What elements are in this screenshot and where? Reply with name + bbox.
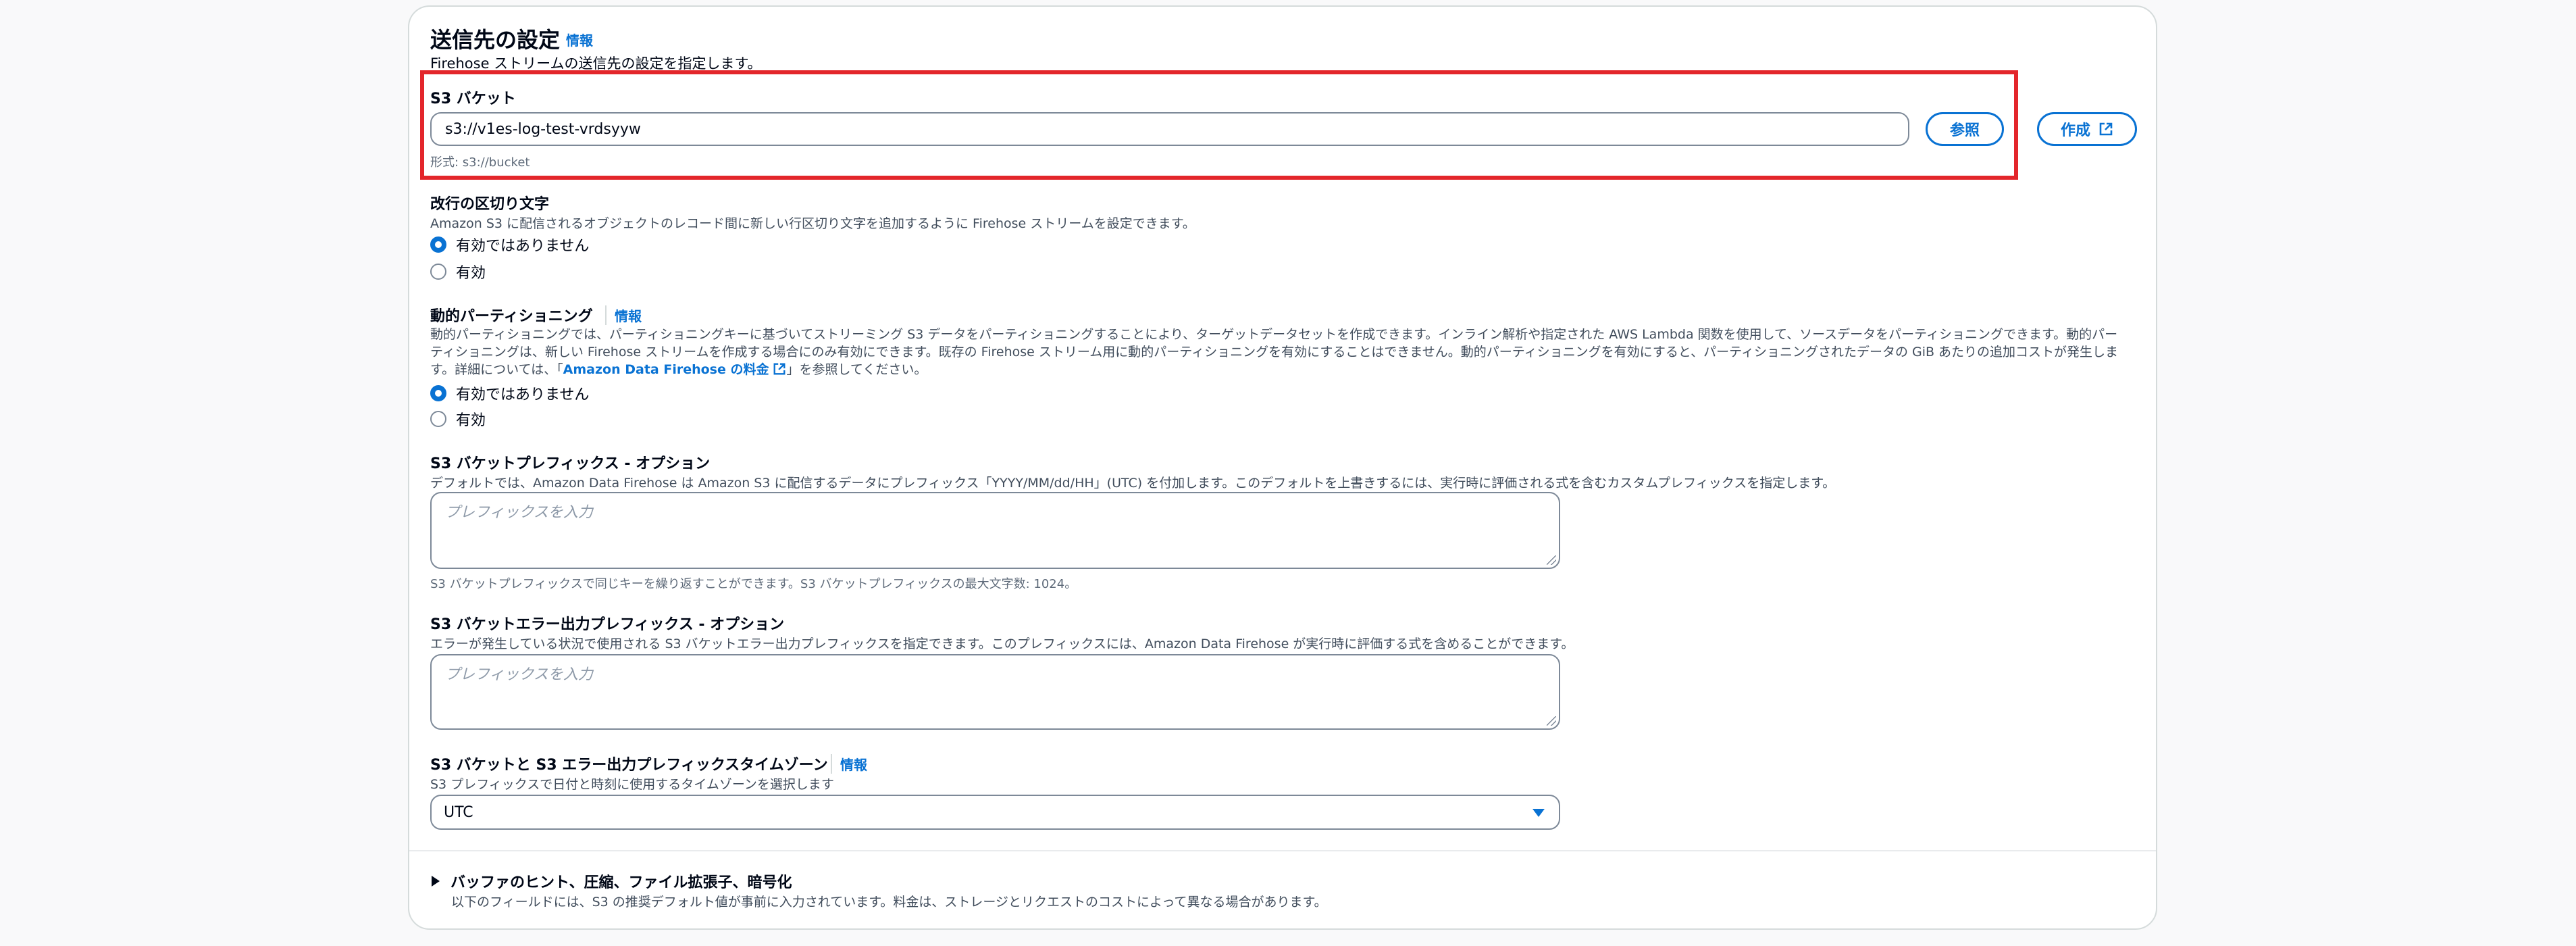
newline-delimiter-label: 改行の区切り文字: [430, 196, 550, 213]
buffer-hints-title: バッファのヒント、圧縮、ファイル拡張子、暗号化: [450, 874, 792, 891]
external-link-icon: [2099, 122, 2113, 136]
s3-bucket-input[interactable]: s3://v1es-log-test-vrdsyyw: [430, 112, 1909, 146]
dynamic-partitioning-option-enabled-label: 有効: [456, 412, 486, 429]
s3-prefix-placeholder: プレフィックスを入力: [445, 504, 593, 521]
newline-option-enabled[interactable]: 有効: [430, 261, 486, 282]
radio-unselected-icon[interactable]: [430, 411, 446, 427]
browse-button[interactable]: 参照: [1926, 112, 2004, 146]
timezone-selected-value: UTC: [444, 804, 473, 821]
newline-option-disabled[interactable]: 有効ではありません: [430, 234, 589, 255]
description-prefix: す。詳細については、「: [430, 362, 563, 377]
caret-down-icon: [1532, 809, 1545, 817]
s3-prefix-label: S3 バケットプレフィックス - オプション: [430, 455, 711, 472]
s3-prefix-hint: S3 バケットプレフィックスで同じキーを繰り返すことができます。S3 バケットプ…: [430, 577, 1077, 591]
s3-error-prefix-description: エラーが発生している状況で使用される S3 バケットエラー出力プレフィックスを指…: [430, 637, 1574, 651]
external-link-icon: [774, 363, 785, 375]
radio-selected-icon[interactable]: [430, 385, 446, 401]
create-bucket-button[interactable]: 作成: [2037, 112, 2137, 146]
s3-bucket-hint: 形式: s3://bucket: [430, 155, 530, 170]
caret-right-icon: [432, 876, 440, 887]
timezone-select[interactable]: UTC: [430, 795, 1560, 830]
timezone-info-link[interactable]: 情報: [831, 754, 867, 774]
s3-error-prefix-textarea[interactable]: プレフィックスを入力: [430, 654, 1560, 730]
s3-bucket-label: S3 バケット: [430, 91, 516, 107]
newline-delimiter-description: Amazon S3 に配信されるオブジェクトのレコード間に新しい行区切り文字を追…: [430, 216, 1195, 231]
section-description: Firehose ストリームの送信先の設定を指定します。: [430, 55, 762, 72]
dynamic-partitioning-description-1: 動的パーティショニングでは、パーティショニングキーに基づいてストリーミング S3…: [430, 327, 2118, 342]
timezone-description: S3 プレフィックスで日付と時刻に使用するタイムゾーンを選択します: [430, 777, 834, 792]
create-label: 作成: [2060, 122, 2090, 139]
radio-selected-icon[interactable]: [430, 236, 446, 253]
dynamic-partitioning-option-enabled[interactable]: 有効: [430, 408, 486, 430]
dynamic-partitioning-label: 動的パーティショニング: [430, 308, 593, 325]
buffer-hints-description: 以下のフィールドには、S3 の推奨デフォルト値が事前に入力されています。料金は、…: [451, 895, 1327, 910]
dynamic-partitioning-description-3: す。詳細については、「Amazon Data Firehose の料金 」を参照し…: [430, 359, 927, 378]
s3-error-prefix-label: S3 バケットエラー出力プレフィックス - オプション: [430, 616, 785, 633]
newline-option-enabled-label: 有効: [456, 265, 486, 282]
resize-grip-icon[interactable]: [1547, 716, 1556, 726]
pricing-link[interactable]: Amazon Data Firehose の料金: [563, 362, 769, 377]
section-info-link[interactable]: 情報: [566, 30, 593, 49]
s3-prefix-description: デフォルトでは、Amazon Data Firehose は Amazon S3…: [430, 476, 1836, 491]
s3-prefix-textarea[interactable]: プレフィックスを入力: [430, 492, 1560, 569]
section-divider: [409, 850, 2156, 851]
dynamic-partitioning-option-disabled[interactable]: 有効ではありません: [430, 382, 589, 404]
radio-unselected-icon[interactable]: [430, 264, 446, 280]
s3-error-prefix-placeholder: プレフィックスを入力: [445, 666, 593, 683]
dynamic-partitioning-option-disabled-label: 有効ではありません: [456, 387, 590, 403]
description-suffix: 」を参照してください。: [786, 362, 927, 377]
s3-bucket-value: s3://v1es-log-test-vrdsyyw: [445, 121, 641, 138]
section-title: 送信先の設定: [430, 27, 561, 53]
buffer-hints-expander[interactable]: バッファのヒント、圧縮、ファイル拡張子、暗号化: [430, 870, 792, 892]
newline-option-disabled-label: 有効ではありません: [456, 238, 590, 255]
resize-grip-icon[interactable]: [1547, 555, 1556, 565]
timezone-label: S3 バケットと S3 エラー出力プレフィックスタイムゾーン: [430, 757, 828, 774]
dynamic-partitioning-description-2: ティショニングは、新しい Firehose ストリームを作成する場合にのみ有効に…: [430, 345, 2119, 359]
browse-label: 参照: [1949, 122, 1980, 139]
dynamic-partitioning-info-link[interactable]: 情報: [605, 305, 642, 325]
